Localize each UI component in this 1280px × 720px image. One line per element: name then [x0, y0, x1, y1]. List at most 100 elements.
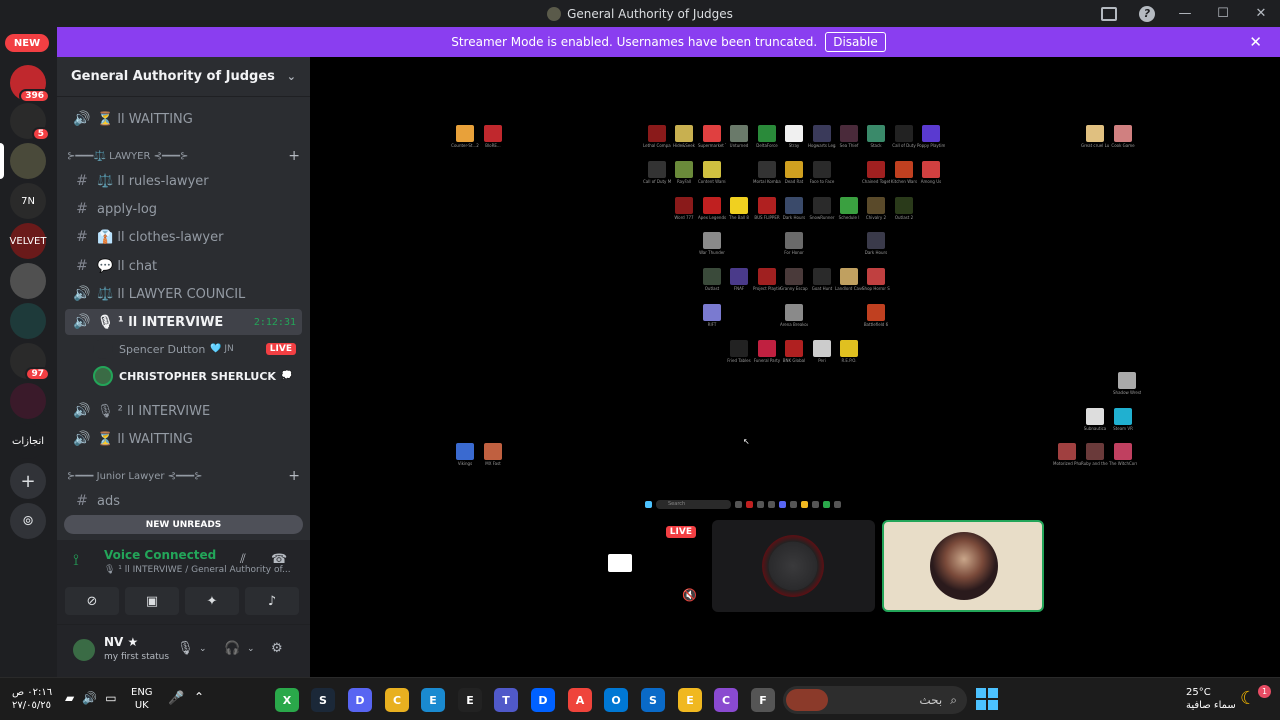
help-icon[interactable]: ?: [1128, 5, 1166, 22]
maximize-button[interactable]: ☐: [1204, 6, 1242, 21]
weather-widget[interactable]: 25°C سماء صافية: [1186, 686, 1236, 712]
desktop-icon[interactable]: [758, 125, 776, 142]
desktop-icon[interactable]: [675, 197, 693, 214]
soundboard-button[interactable]: ♪: [245, 587, 299, 615]
desktop-icon[interactable]: [1118, 372, 1136, 389]
desktop-icon[interactable]: [785, 304, 803, 321]
camera-off-button[interactable]: ⊘: [65, 587, 119, 615]
server-icon[interactable]: [10, 263, 46, 299]
server-icon[interactable]: [10, 383, 46, 419]
inbox-icon[interactable]: [1090, 6, 1128, 21]
new-unreads-button[interactable]: NEW UNREADS: [64, 515, 303, 534]
desktop-icon[interactable]: [703, 268, 721, 285]
voice-status[interactable]: Voice Connected: [104, 548, 216, 562]
noise-suppression-icon[interactable]: ⫽: [240, 552, 246, 567]
activities-button[interactable]: ✦: [185, 587, 239, 615]
headset-icon[interactable]: 🎧: [224, 641, 240, 656]
channel-item[interactable]: # ⚖️ اا rules-lawyer: [65, 168, 302, 194]
desktop-icon[interactable]: [867, 125, 885, 142]
share-screen-button[interactable]: ▣: [125, 587, 179, 615]
channel-category[interactable]: ⊱━━━ Junior Lawyer ⊰━━━⊱ +: [67, 467, 300, 485]
gear-icon[interactable]: ⚙: [271, 641, 283, 656]
edge-icon[interactable]: E: [421, 688, 445, 712]
channel-item[interactable]: 🔊 🎙 اا ¹ INTERVIWE 2:12:31: [65, 309, 302, 335]
outlook-icon[interactable]: O: [604, 688, 628, 712]
desktop-icon[interactable]: [730, 340, 748, 357]
desktop-icon[interactable]: [648, 161, 666, 178]
desktop-icon[interactable]: [867, 161, 885, 178]
display-icon[interactable]: ▭: [105, 691, 116, 705]
close-icon[interactable]: ✕: [1249, 33, 1262, 51]
desktop-icon[interactable]: [703, 232, 721, 249]
desktop-icon[interactable]: [785, 268, 803, 285]
new-badge[interactable]: NEW: [5, 34, 49, 52]
explorer-icon[interactable]: E: [678, 688, 702, 712]
desktop-icon[interactable]: [867, 232, 885, 249]
desktop-icon[interactable]: [730, 268, 748, 285]
disconnect-icon[interactable]: ☎: [271, 552, 287, 567]
desktop-icon[interactable]: [840, 125, 858, 142]
camera-icon[interactable]: ▰: [65, 691, 74, 705]
desktop-icon[interactable]: [703, 161, 721, 178]
desktop-icon[interactable]: [813, 125, 831, 142]
desktop-icon[interactable]: [703, 304, 721, 321]
chevron-down-icon[interactable]: ⌄: [247, 644, 255, 654]
desktop-icon[interactable]: [730, 197, 748, 214]
volume-icon[interactable]: 🔊: [82, 691, 97, 705]
desktop-icon[interactable]: [895, 161, 913, 178]
channel-category[interactable]: ⊱━━━⚖️ LAWYER ⊰━━━⊱ +: [67, 147, 300, 165]
desktop-icon[interactable]: [758, 197, 776, 214]
channel-item[interactable]: # 💬 اا chat: [65, 253, 302, 279]
server-icon[interactable]: VELVET: [10, 223, 46, 259]
desktop-icon[interactable]: [813, 340, 831, 357]
mic-icon[interactable]: 🎤: [168, 691, 184, 706]
shared-screen[interactable]: Counter-St...2 BloRE... Lethal CompanyHide…: [449, 122, 1141, 517]
plus-icon[interactable]: +: [288, 468, 300, 484]
channel-item[interactable]: # ads: [65, 488, 302, 514]
dropbox-icon[interactable]: D: [531, 688, 555, 712]
desktop-icon[interactable]: [1114, 443, 1132, 460]
chevron-down-icon[interactable]: ⌄: [199, 644, 207, 654]
user-status[interactable]: my first status: [104, 652, 169, 662]
server-icon[interactable]: 97: [10, 343, 50, 381]
desktop-icon[interactable]: [785, 161, 803, 178]
copilot-icon[interactable]: C: [714, 688, 738, 712]
anydesk-icon[interactable]: A: [568, 688, 592, 712]
server-icon[interactable]: 5: [10, 103, 50, 141]
desktop-icon[interactable]: [895, 125, 913, 142]
xbox-icon[interactable]: X: [275, 688, 299, 712]
channel-item[interactable]: 🔊 ⏳ اا WAITTING: [65, 426, 302, 452]
desktop-icon[interactable]: [785, 125, 803, 142]
channel-item[interactable]: 🔊 ⚖️ اا LAWYER COUNCIL: [65, 281, 302, 307]
server-header[interactable]: General Authority of Judges ⌄: [57, 57, 310, 97]
voice-channel[interactable]: 🎙 اا ¹ INTERVIWE / General Authority of.…: [104, 565, 291, 575]
desktop-icon[interactable]: [785, 232, 803, 249]
desktop-icon[interactable]: [456, 125, 474, 142]
server-icon[interactable]: 396: [10, 65, 50, 103]
participant-tile-speaking[interactable]: [882, 520, 1044, 612]
desktop-icon[interactable]: [813, 161, 831, 178]
start-button[interactable]: [976, 688, 998, 710]
desktop-icon[interactable]: [484, 443, 502, 460]
desktop-icon[interactable]: [456, 443, 474, 460]
files-icon[interactable]: F: [751, 688, 775, 712]
desktop-icon[interactable]: [1058, 443, 1076, 460]
desktop-icon[interactable]: [785, 340, 803, 357]
server-icon[interactable]: [10, 303, 46, 339]
channel-item[interactable]: 🔊 🎙 اا ² INTERVIWE: [65, 398, 302, 424]
desktop-icon[interactable]: [840, 197, 858, 214]
taskbar-search[interactable]: بحث ⌕: [783, 686, 967, 714]
chrome-icon[interactable]: C: [385, 688, 409, 712]
desktop-icon[interactable]: [758, 340, 776, 357]
desktop-icon[interactable]: [922, 125, 940, 142]
steam-icon[interactable]: S: [311, 688, 335, 712]
plus-icon[interactable]: +: [288, 148, 300, 164]
teams-icon[interactable]: T: [494, 688, 518, 712]
desktop-icon[interactable]: [813, 268, 831, 285]
desktop-icon[interactable]: [675, 125, 693, 142]
desktop-icon[interactable]: [867, 304, 885, 321]
stream-tile[interactable]: LIVE 🔇: [542, 520, 704, 612]
desktop-icon[interactable]: [1086, 125, 1104, 142]
desktop-icon[interactable]: [922, 161, 940, 178]
explore-icon[interactable]: ⊚: [10, 503, 46, 539]
